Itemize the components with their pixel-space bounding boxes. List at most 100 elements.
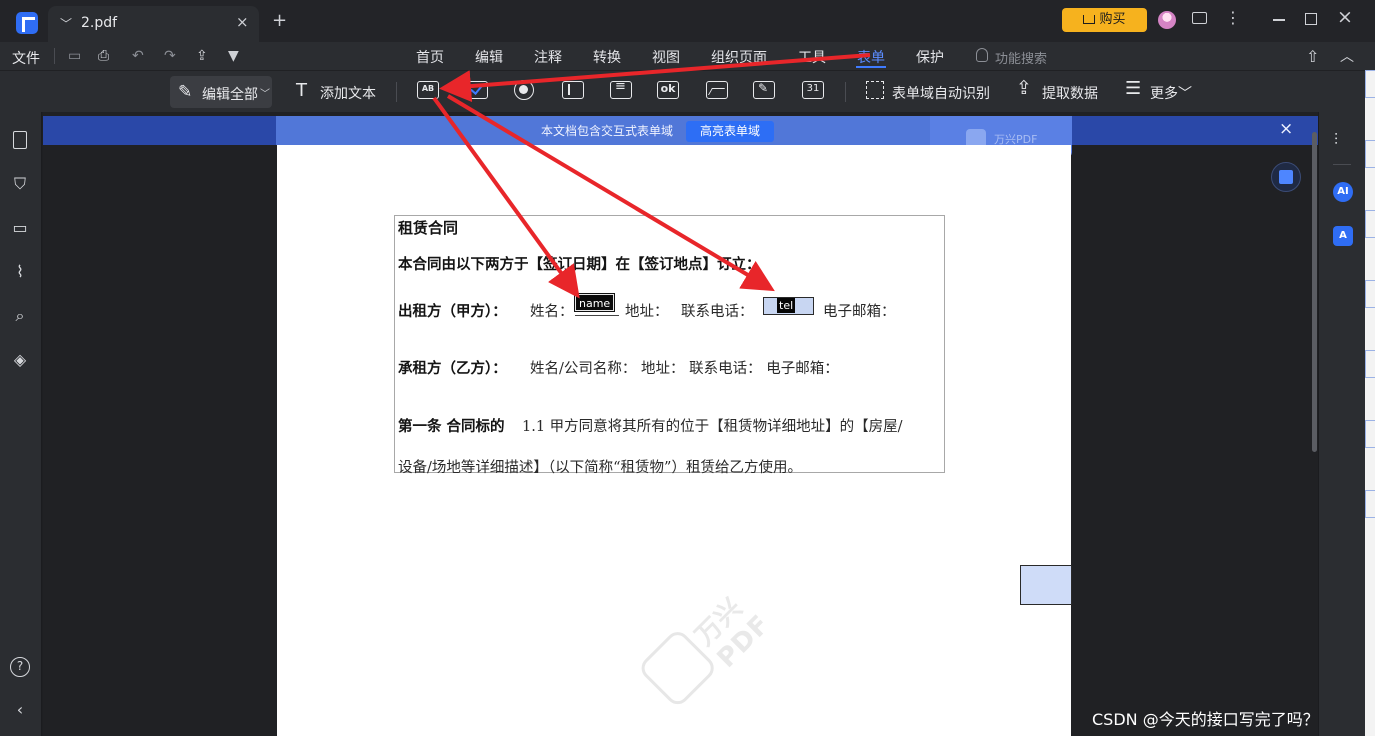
text-field-icon[interactable]: AB xyxy=(417,81,439,99)
tab-view[interactable]: 视图 xyxy=(652,47,680,67)
more-options-icon[interactable]: ⋮ xyxy=(1225,8,1241,27)
divider xyxy=(1333,164,1351,165)
help-icon[interactable]: ? xyxy=(10,657,30,677)
tab-tools[interactable]: 工具 xyxy=(798,47,826,67)
date-field-icon[interactable]: 31 xyxy=(802,81,824,99)
tab-title: 2.pdf xyxy=(81,15,118,31)
upload-icon[interactable]: ⇪ xyxy=(1016,77,1032,99)
app-logo-icon xyxy=(16,12,38,34)
undo-icon[interactable]: ↶ xyxy=(132,48,144,64)
list-box-field-icon[interactable] xyxy=(610,79,632,99)
tab-home[interactable]: 首页 xyxy=(416,47,444,67)
app-window: ﹀ 2.pdf × + 购买 ⋮ × 文件 ▭ ⎙ ↶ ↷ ⇪ ▼ 首页 编辑 … xyxy=(0,0,1375,736)
tab-edit[interactable]: 编辑 xyxy=(475,47,503,67)
title-bar: ﹀ 2.pdf × + 购买 ⋮ × xyxy=(0,0,1375,42)
translate-icon[interactable]: A xyxy=(1333,226,1353,246)
auto-detect-icon[interactable] xyxy=(866,81,884,99)
button-field-icon[interactable]: ok xyxy=(657,81,679,99)
extract-data-button[interactable]: 提取数据 xyxy=(1042,83,1098,103)
checkbox-field-icon[interactable] xyxy=(466,81,488,99)
tab-protect[interactable]: 保护 xyxy=(916,47,944,67)
contract-content-box: 租赁合同 本合同由以下两方于【签订日期】在【签订地点】订立： 出租方（甲方）： … xyxy=(394,215,945,476)
lightbulb-icon xyxy=(976,48,988,62)
search-icon[interactable]: ⌕ xyxy=(11,307,29,325)
notice-text: 本文档包含交互式表单域 xyxy=(541,124,674,138)
signature-field-icon[interactable] xyxy=(753,81,775,99)
cloud-upload-icon[interactable]: ⇧ xyxy=(1306,47,1319,66)
pencil-icon: ✎ xyxy=(178,82,193,102)
article-1-label: 第一条 合同标的 xyxy=(398,419,505,435)
document-tab[interactable]: ﹀ 2.pdf × xyxy=(48,6,259,42)
menu-bar: 文件 ▭ ⎙ ↶ ↷ ⇪ ▼ 首页 编辑 注释 转换 视图 组织页面 工具 表单… xyxy=(0,42,1375,70)
page-thumbnail-icon[interactable] xyxy=(13,131,27,149)
article-1-text-continued: 设备/场地等详细描述】（以下简称“租赁物”）租赁给乙方使用。 xyxy=(398,460,802,476)
document-viewport[interactable]: 本文档包含交互式表单域 高亮表单域 × 万兴PDF 租赁合同 本合同由以下两方于… xyxy=(43,112,1318,736)
contract-intro: 本合同由以下两方于【签订日期】在【签订地点】订立： xyxy=(398,257,761,273)
party-a-email-label: 电子邮箱： xyxy=(823,304,896,320)
article-1-text: 1.1 甲方同意将其所有的位于【租赁物详细地址】的【房屋/ xyxy=(522,419,903,435)
tel-field-tag[interactable]: tel xyxy=(777,298,796,313)
share-icon[interactable]: ⇪ xyxy=(196,48,208,64)
avatar[interactable] xyxy=(1158,11,1176,29)
maximize-icon[interactable] xyxy=(1305,13,1317,25)
divider xyxy=(396,82,397,102)
edit-all-button[interactable]: ✎ 编辑全部 ﹀ xyxy=(170,76,272,108)
chevron-down-icon: ﹀ xyxy=(260,89,270,100)
redo-icon[interactable]: ↷ xyxy=(164,48,176,64)
party-a-address-label: 地址： xyxy=(625,304,669,320)
party-a-name-label: 姓名： xyxy=(530,304,574,320)
feature-search-input[interactable]: 功能搜索 xyxy=(995,48,1047,67)
highlight-fields-button[interactable]: 高亮表单域 xyxy=(686,121,774,142)
tab-form[interactable]: 表单 xyxy=(857,47,885,67)
combo-box-field-icon[interactable] xyxy=(562,81,584,99)
ai-assistant-icon[interactable]: AI xyxy=(1333,182,1353,202)
more-button[interactable]: 更多﹀ xyxy=(1150,83,1192,103)
image-field-icon[interactable] xyxy=(706,81,728,99)
divider xyxy=(845,82,846,102)
more-label: 更多 xyxy=(1150,86,1178,102)
attachment-icon[interactable]: ⌇ xyxy=(11,263,29,281)
contract-title: 租赁合同 xyxy=(398,219,459,237)
window-close-icon[interactable]: × xyxy=(1337,6,1353,28)
tab-convert[interactable]: 转换 xyxy=(593,47,621,67)
background-window-sliver xyxy=(1365,70,1375,736)
left-sidebar: ⛉ ▭ ⌇ ⌕ ◈ ? ‹ xyxy=(0,112,42,736)
buy-button[interactable]: 购买 xyxy=(1062,8,1147,32)
vertical-scrollbar[interactable] xyxy=(1312,132,1317,452)
comment-icon[interactable]: ▭ xyxy=(11,219,29,237)
tab-annotate[interactable]: 注释 xyxy=(534,47,562,67)
form-notice-bar: 本文档包含交互式表单域 高亮表单域 × xyxy=(43,116,1318,145)
edit-all-label: 编辑全部 xyxy=(202,87,258,103)
layers-icon[interactable]: ◈ xyxy=(11,351,29,369)
chevron-down-icon[interactable]: ﹀ xyxy=(60,15,72,32)
file-menu[interactable]: 文件 xyxy=(12,48,40,68)
add-text-button[interactable]: 添加文本 xyxy=(320,83,376,103)
properties-sliders-icon[interactable]: ⫶ xyxy=(1334,130,1338,150)
right-panel: ⫶ AI A xyxy=(1318,112,1365,736)
new-tab-button[interactable]: + xyxy=(272,10,287,31)
cart-icon xyxy=(1083,15,1096,24)
feedback-icon[interactable] xyxy=(1192,12,1207,24)
tab-organize-pages[interactable]: 组织页面 xyxy=(711,47,767,67)
save-icon[interactable]: ▭ xyxy=(68,48,81,64)
minimize-icon[interactable] xyxy=(1273,19,1285,21)
upload-fab-icon[interactable] xyxy=(1271,162,1301,192)
buy-label: 购买 xyxy=(1099,12,1126,27)
radio-button-field-icon[interactable] xyxy=(514,80,534,100)
close-icon[interactable]: × xyxy=(1279,119,1293,139)
collapse-sidebar-icon[interactable]: ‹ xyxy=(11,701,29,719)
auto-detect-fields-button[interactable]: 表单域自动识别 xyxy=(892,83,990,103)
form-toolbar: ✎ 编辑全部 ﹀ T 添加文本 AB ok 31 表单域自动识别 ⇪ 提取数据 … xyxy=(0,70,1375,112)
collapse-ribbon-icon[interactable]: ︿ xyxy=(1340,46,1354,66)
active-tab-indicator xyxy=(856,66,886,68)
customize-toolbar-icon[interactable]: ▼ xyxy=(228,48,239,64)
pdf-page[interactable]: 租赁合同 本合同由以下两方于【签订日期】在【签订地点】订立： 出租方（甲方）： … xyxy=(277,145,1072,736)
form-field[interactable] xyxy=(1020,565,1072,605)
bookmark-icon[interactable]: ⛉ xyxy=(11,175,29,193)
print-icon[interactable]: ⎙ xyxy=(98,48,109,64)
close-tab-icon[interactable]: × xyxy=(236,13,249,31)
menu-lines-icon[interactable]: ☰ xyxy=(1125,78,1141,99)
name-field-tag[interactable]: name xyxy=(573,293,616,312)
text-t-icon[interactable]: T xyxy=(296,80,307,101)
divider xyxy=(54,48,55,64)
